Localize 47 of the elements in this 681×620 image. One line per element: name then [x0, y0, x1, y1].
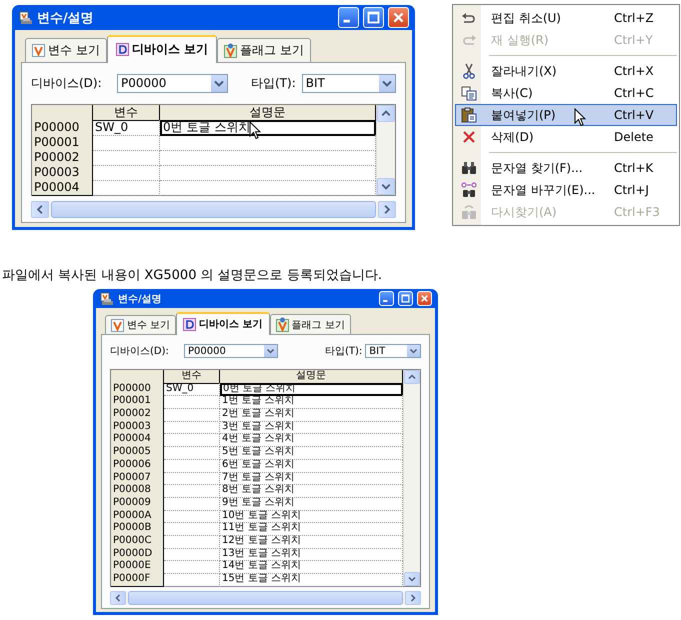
tab[interactable]: 플래그 보기 — [270, 314, 351, 334]
device-dropdown[interactable]: P00000 — [117, 74, 228, 92]
table-cell: SW_0 — [164, 382, 220, 396]
column-header[interactable]: 변수 — [164, 370, 220, 384]
device-dropdown[interactable]: P00000 — [184, 344, 278, 358]
row-header[interactable]: P00001 — [32, 135, 93, 151]
row-header[interactable]: P00009 — [111, 496, 164, 511]
menu-item[interactable]: 문자열 바꾸기(E)... Ctrl+J — [455, 179, 677, 201]
type-dropdown[interactable]: BIT — [365, 344, 421, 358]
row-header[interactable]: P00004 — [32, 180, 93, 196]
selected-cell: 0번 토글 스위치 — [160, 120, 376, 136]
row-header[interactable]: P0000B — [111, 522, 164, 536]
field-label: 타입(T): — [251, 74, 296, 92]
menu-item[interactable]: 복사(C) Ctrl+C — [455, 82, 677, 104]
row-header[interactable]: P00004 — [111, 433, 164, 448]
column-header[interactable]: 변수 — [93, 105, 160, 121]
column-header[interactable]: 설명문 — [160, 105, 376, 121]
field-label: 타입(T): — [325, 345, 362, 358]
row-header[interactable]: P0000E — [111, 560, 164, 574]
field-label: 디바이스(D): — [31, 74, 103, 92]
tab[interactable]: 플래그 보기 — [217, 38, 311, 62]
row-header[interactable]: P00008 — [111, 484, 164, 498]
tab[interactable]: 변수 보기 — [105, 315, 176, 334]
caption-text: 파일에서 복사된 내용이 XG5000 의 설명문으로 등록되었습니다. — [2, 267, 382, 284]
menu-item[interactable]: 문자열 찾기(F)... Ctrl+K — [455, 157, 677, 179]
tab[interactable]: 디바이스 보기 — [106, 35, 218, 63]
window-title: 변수/설명 — [118, 292, 163, 306]
row-header[interactable]: P00001 — [111, 395, 164, 410]
menu-item[interactable]: 잘라내기(X) Ctrl+X — [455, 60, 677, 82]
tab[interactable]: 디바이스 보기 — [176, 312, 270, 335]
row-header[interactable]: P00003 — [32, 165, 93, 181]
row-header[interactable]: P00002 — [32, 150, 93, 166]
row-header[interactable]: P00002 — [111, 408, 164, 422]
type-dropdown[interactable]: BIT — [302, 74, 396, 92]
row-header[interactable]: P00000 — [32, 120, 93, 136]
menu-item[interactable]: 붙여넣기(P) Ctrl+V — [455, 104, 677, 126]
row-header[interactable]: P00006 — [111, 458, 164, 473]
field-label: 디바이스(D): — [110, 345, 170, 358]
tab[interactable]: 변수 보기 — [25, 38, 107, 62]
row-header[interactable]: P0000F — [111, 573, 164, 587]
row-header[interactable]: P0000C — [111, 534, 164, 549]
window-title: 변수/설명 — [37, 10, 95, 26]
column-header[interactable]: 설명문 — [220, 370, 403, 384]
menu-item[interactable]: 삭제(D) Delete — [455, 126, 677, 148]
row-header[interactable]: P00005 — [111, 446, 164, 460]
menu-item[interactable]: 편집 취소(U) Ctrl+Z — [455, 7, 677, 29]
table-cell: SW_0 — [93, 120, 160, 136]
